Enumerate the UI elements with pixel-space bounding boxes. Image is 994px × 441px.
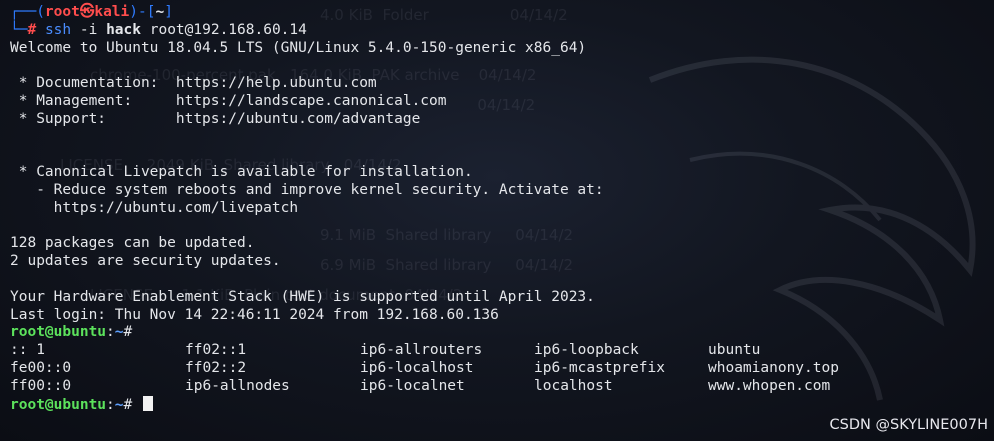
security-updates: 2 updates are security updates.	[10, 253, 281, 270]
host-entry: localhost	[534, 377, 613, 394]
csdn-watermark: CSDN @SKYLINE007H	[829, 417, 988, 433]
host-entry: ff02::1	[185, 342, 247, 359]
last-login: Last login: Thu Nov 14 22:46:11 2024 fro…	[10, 306, 499, 323]
host-entry: ff02::2	[185, 359, 247, 376]
host-entry: :: 1	[10, 342, 45, 359]
welcome-message: Welcome to Ubuntu 18.04.5 LTS (GNU/Linux…	[10, 39, 587, 56]
terminal-output: ┌──(root㉿kali)-[~] └─# ssh -i hack root@…	[10, 4, 984, 441]
livepatch-notice: * Canonical Livepatch is available for i…	[10, 164, 473, 181]
host-entry: ubuntu	[708, 342, 761, 359]
host-entry: ip6-mcastprefix	[534, 359, 665, 376]
support-link: * Support: https://ubuntu.com/advantage	[10, 110, 421, 127]
packages-update: 128 packages can be updated.	[10, 235, 255, 252]
hosts-row: ff00::0 ip6-allnodes ip6-localnet localhost…	[10, 378, 984, 396]
kali-prompt-top: ┌──(root㉿kali)-[~]	[10, 4, 173, 20]
text-cursor[interactable]	[142, 395, 153, 411]
management-link: * Management: https://landscape.canonica…	[10, 92, 447, 109]
host-entry: ip6-localnet	[360, 377, 465, 394]
hosts-row: fe00::0 ff02::2 ip6-localhost ip6-mcastpref…	[10, 360, 984, 378]
host-entry: ff00::0	[10, 377, 72, 394]
host-entry: fe00::0	[10, 359, 72, 376]
host-entry: ip6-allnodes	[185, 377, 290, 394]
host-entry: ip6-loopback	[534, 342, 639, 359]
host-entry: www.whopen.com	[708, 377, 831, 394]
livepatch-url: https://ubuntu.com/livepatch	[10, 199, 299, 216]
host-entry: ip6-allrouters	[360, 342, 483, 359]
kali-command-line: └─# ssh -i hack root@192.168.60.14	[10, 21, 307, 38]
ubuntu-prompt: root@ubuntu:~#	[10, 324, 133, 341]
documentation-link: * Documentation: https://help.ubuntu.com	[10, 75, 377, 92]
livepatch-detail: - Reduce system reboots and improve kern…	[10, 181, 604, 198]
terminal-window[interactable]: 4.0 KiB Folder 04/14/2 chrome-100-percen…	[0, 0, 994, 441]
ubuntu-prompt-active[interactable]: root@ubuntu:~#	[10, 395, 984, 414]
hwe-notice: Your Hardware Enablement Stack (HWE) is …	[10, 288, 595, 305]
hosts-row: :: 1 ff02::1 ip6-allrouters ip6-loopback ubu…	[10, 342, 984, 360]
host-entry: whoamianony.top	[708, 359, 839, 376]
host-entry: ip6-localhost	[360, 359, 474, 376]
